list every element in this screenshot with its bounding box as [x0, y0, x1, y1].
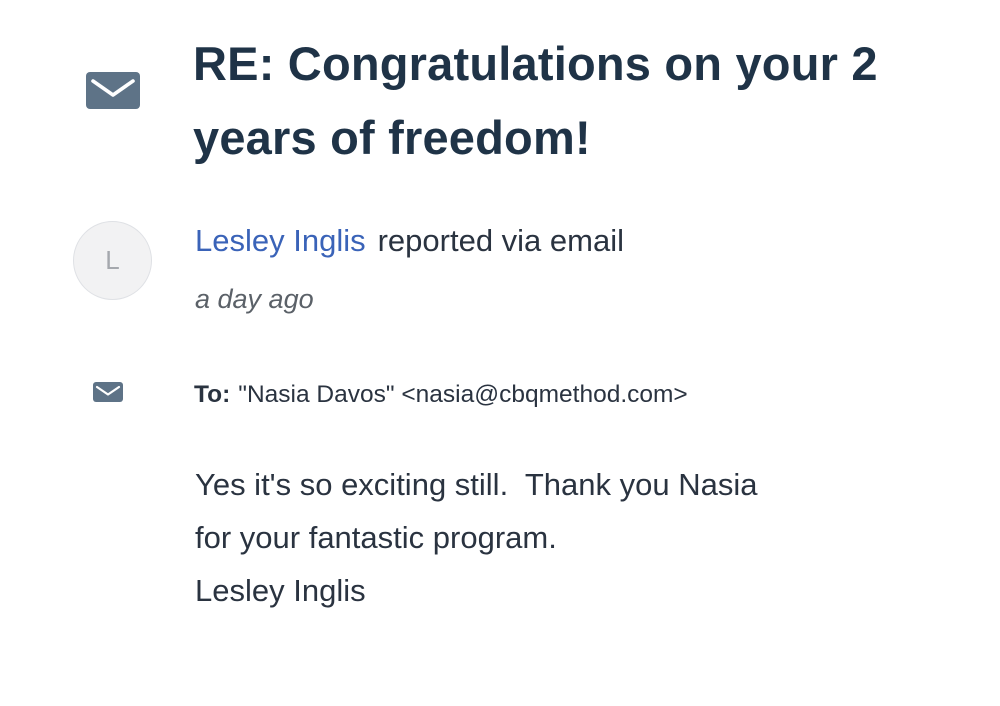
recipient-value: "Nasia Davos" <nasia@cbqmethod.com> [238, 381, 688, 408]
email-ticket-view: RE: Congratulations on your 2 years of f… [0, 0, 1000, 706]
author-line: Lesley Inglis reported via email [195, 220, 624, 262]
report-action-text: reported via email [377, 223, 624, 258]
message-body: Yes it's so exciting still. Thank you Na… [195, 458, 757, 617]
envelope-icon [93, 382, 123, 402]
ticket-title: RE: Congratulations on your 2 years of f… [193, 37, 878, 164]
envelope-icon [86, 72, 140, 109]
avatar[interactable]: L [73, 221, 152, 300]
message-line: for your fantastic program. [195, 520, 557, 555]
message-line: Lesley Inglis [195, 573, 366, 608]
message-line: Yes it's so exciting still. Thank you Na… [195, 467, 758, 502]
timestamp: a day ago [195, 284, 314, 314]
recipient-line: To: "Nasia Davos" <nasia@cbqmethod.com> [194, 377, 688, 413]
recipient-label: To: [194, 381, 231, 408]
avatar-initial: L [105, 245, 120, 275]
author-name-link[interactable]: Lesley Inglis [195, 223, 366, 258]
